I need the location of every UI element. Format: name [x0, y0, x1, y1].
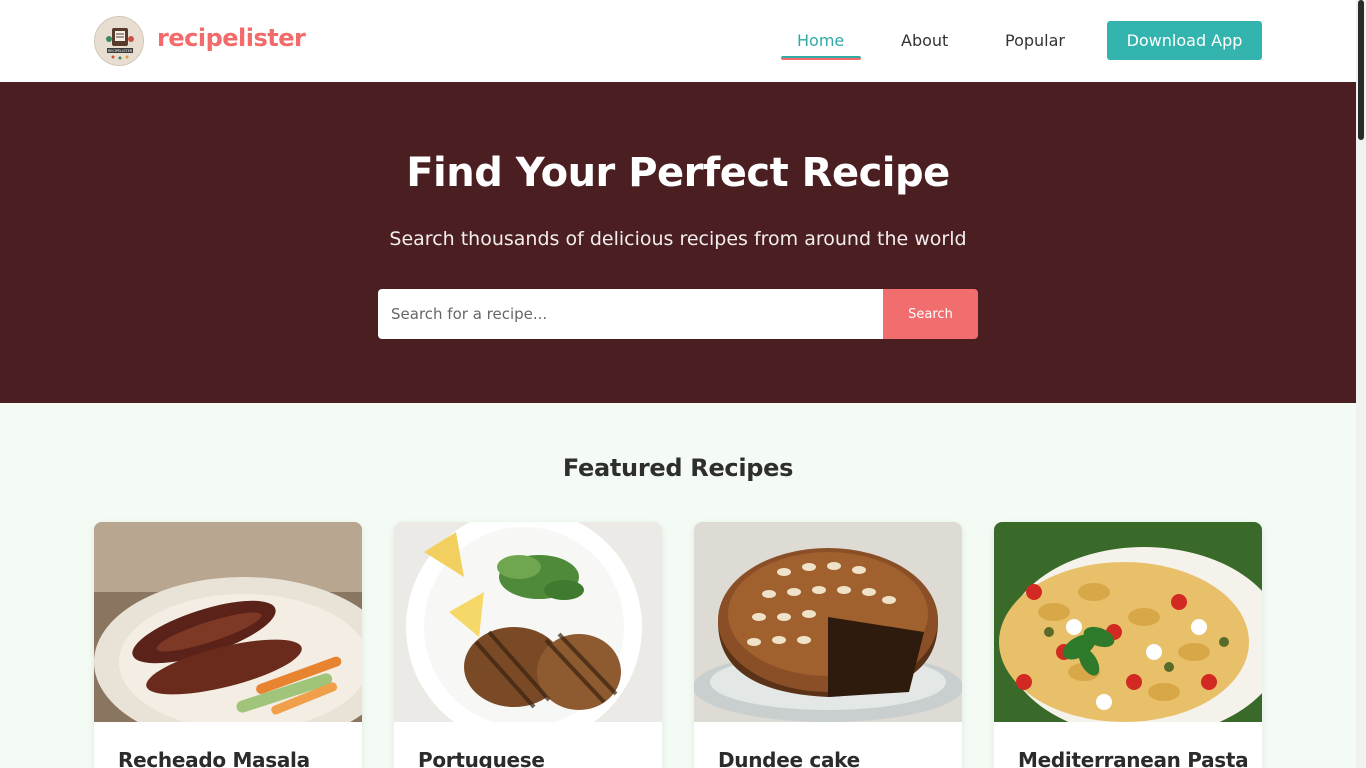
- recipe-card-title[interactable]: Dundee cake: [718, 748, 860, 768]
- brand-name[interactable]: recipelister: [157, 24, 306, 52]
- logo-icon: RECIPELISTER: [96, 18, 143, 65]
- nav-about[interactable]: About: [901, 31, 948, 50]
- page-scrollbar[interactable]: [1356, 0, 1366, 768]
- recipe-card[interactable]: Mediterranean Pasta: [994, 522, 1262, 768]
- recipe-card[interactable]: Dundee cake: [694, 522, 962, 768]
- recipe-card[interactable]: Portuguese: [394, 522, 662, 768]
- nav-active-indicator: [781, 56, 861, 60]
- hero-section: Find Your Perfect Recipe Search thousand…: [0, 82, 1356, 403]
- download-app-button[interactable]: Download App: [1107, 21, 1262, 60]
- recipe-card-title[interactable]: Portuguese: [418, 748, 545, 768]
- fried-fish-plate-image: [94, 522, 362, 722]
- recipe-card[interactable]: Recheado Masala: [94, 522, 362, 768]
- svg-text:RECIPELISTER: RECIPELISTER: [108, 49, 133, 53]
- site-header: RECIPELISTER recipelister Home About Pop…: [0, 0, 1356, 82]
- recipe-card-title[interactable]: Mediterranean Pasta: [1018, 748, 1249, 768]
- recipe-card-title[interactable]: Recheado Masala: [118, 748, 310, 768]
- almond-fruit-cake-image: [694, 522, 962, 722]
- grilled-chicken-plate-image: [394, 522, 662, 722]
- search-button[interactable]: Search: [883, 289, 978, 339]
- nav-home[interactable]: Home: [797, 31, 844, 50]
- farfalle-salad-bowl-image: [994, 522, 1262, 722]
- hero-subtitle: Search thousands of delicious recipes fr…: [389, 228, 967, 250]
- scrollbar-thumb[interactable]: [1358, 0, 1364, 140]
- nav-popular[interactable]: Popular: [1005, 31, 1065, 50]
- logo-badge[interactable]: RECIPELISTER: [94, 16, 144, 66]
- featured-title: Featured Recipes: [562, 454, 794, 482]
- search-input[interactable]: [378, 289, 883, 339]
- hero-title: Find Your Perfect Recipe: [406, 150, 950, 196]
